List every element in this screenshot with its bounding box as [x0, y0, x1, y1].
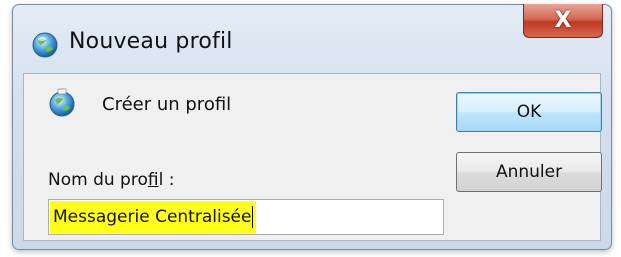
profile-name-label: Nom du profil : [48, 170, 175, 190]
text-caret [252, 206, 254, 228]
dialog-heading: Créer un profil [102, 94, 232, 115]
window-title: Nouveau profil [69, 29, 233, 54]
ok-button[interactable]: OK [456, 92, 602, 132]
cancel-button[interactable]: Annuler [456, 152, 602, 192]
profile-name-input[interactable]: Messagerie Centralisée [48, 199, 444, 235]
profile-globe-icon [32, 32, 58, 58]
close-icon: X [554, 8, 572, 33]
profile-globe-icon [49, 88, 75, 117]
profile-name-value: Messagerie Centralisée [50, 201, 257, 233]
title-bar[interactable]: Nouveau profil X [13, 4, 611, 73]
close-button[interactable]: X [523, 4, 603, 38]
dialog-body: Créer un profil Nom du profil : Messager… [23, 73, 602, 241]
dialog-window: Nouveau profil X Créer un profil Nom du … [12, 4, 612, 250]
